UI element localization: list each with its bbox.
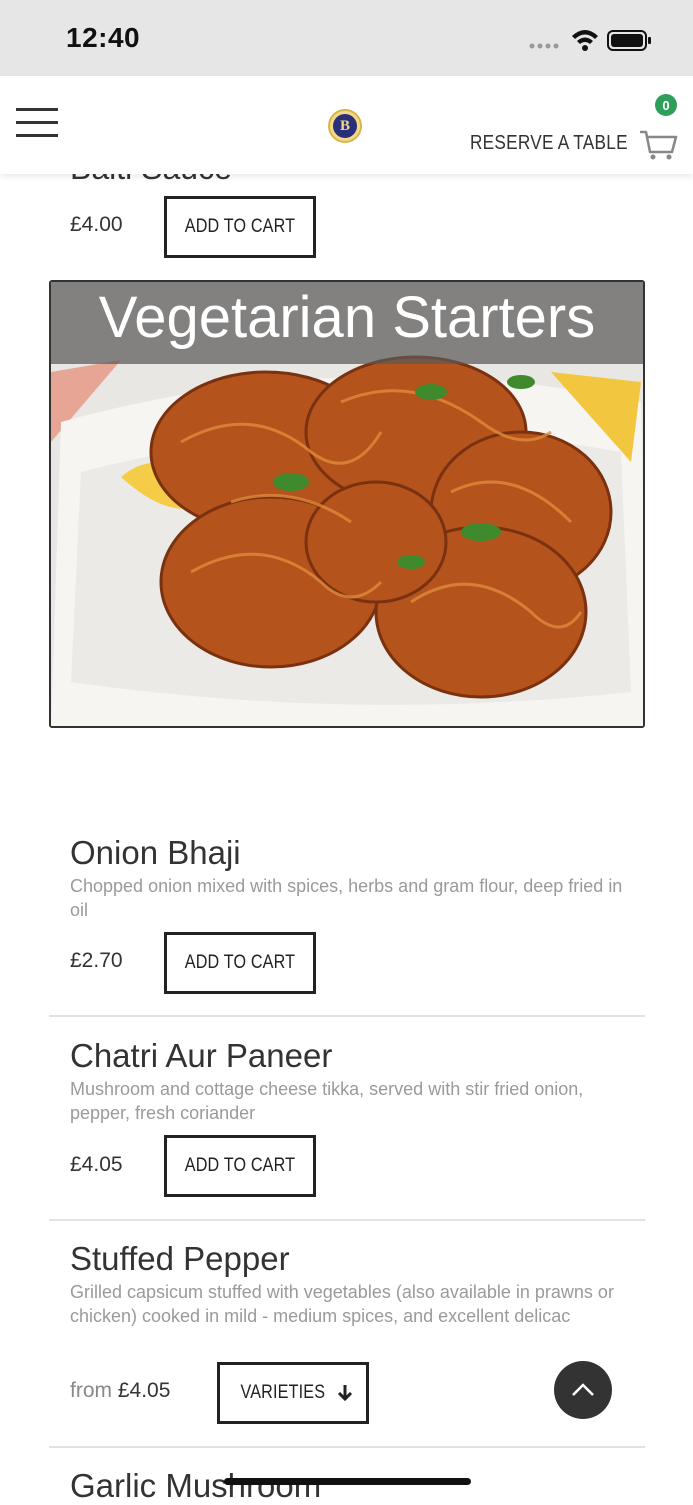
item-name: Stuffed Pepper	[70, 1240, 290, 1277]
varieties-button[interactable]: VARIETIES	[217, 1362, 369, 1424]
logo-letter: B	[333, 114, 357, 138]
chevron-up-icon	[572, 1383, 594, 1396]
item-name: Onion Bhaji	[70, 834, 241, 871]
scroll-to-top-button[interactable]	[554, 1361, 612, 1419]
status-bar: 12:40	[0, 0, 693, 76]
menu-icon[interactable]	[16, 106, 58, 138]
menu-content: Balti Sauce £4.00 ADD TO CART	[0, 0, 693, 1504]
item-description: Grilled capsicum stuffed with vegetables…	[70, 1282, 614, 1326]
cellular-signal-icon	[529, 43, 559, 49]
section-banner: Vegetarian Starters	[49, 280, 645, 728]
add-to-cart-button[interactable]: ADD TO CART	[164, 196, 316, 258]
home-indicator	[224, 1478, 471, 1485]
previous-item-price: £4.00	[70, 213, 123, 236]
cart-icon[interactable]	[638, 128, 678, 162]
battery-icon	[607, 30, 651, 51]
add-to-cart-button[interactable]: ADD TO CART	[164, 1135, 316, 1197]
price-value: £4.05	[117, 1379, 171, 1402]
arrow-down-icon	[337, 1385, 352, 1402]
top-nav: B RESERVE A TABLE 0	[0, 76, 693, 174]
reserve-table-link[interactable]: RESERVE A TABLE	[470, 132, 628, 155]
status-time: 12:40	[66, 22, 141, 53]
restaurant-logo[interactable]: B	[328, 109, 362, 143]
add-to-cart-label: ADD TO CART	[184, 216, 296, 237]
item-description: Chopped onion mixed with spices, herbs a…	[70, 876, 623, 920]
add-to-cart-label: ADD TO CART	[184, 952, 296, 973]
add-to-cart-button[interactable]: ADD TO CART	[164, 932, 316, 994]
item-name: Chatri Aur Paneer	[70, 1037, 333, 1074]
divider	[49, 1446, 645, 1448]
item-price: £4.05	[70, 1153, 123, 1176]
status-icons	[528, 26, 653, 54]
add-to-cart-label: ADD TO CART	[184, 1155, 296, 1176]
price-prefix: from	[70, 1379, 112, 1402]
item-price: from £4.05	[70, 1379, 170, 1403]
divider	[49, 1015, 645, 1017]
item-description: Mushroom and cottage cheese tikka, serve…	[70, 1079, 584, 1123]
wifi-icon	[572, 30, 598, 51]
item-name: Garlic Mushroom	[70, 1467, 322, 1504]
varieties-label: VARIETIES	[240, 1382, 326, 1403]
item-price: £2.70	[70, 949, 123, 972]
section-title: Vegetarian Starters	[98, 285, 596, 350]
cart-count-badge: 0	[655, 94, 677, 116]
divider	[49, 1219, 645, 1221]
